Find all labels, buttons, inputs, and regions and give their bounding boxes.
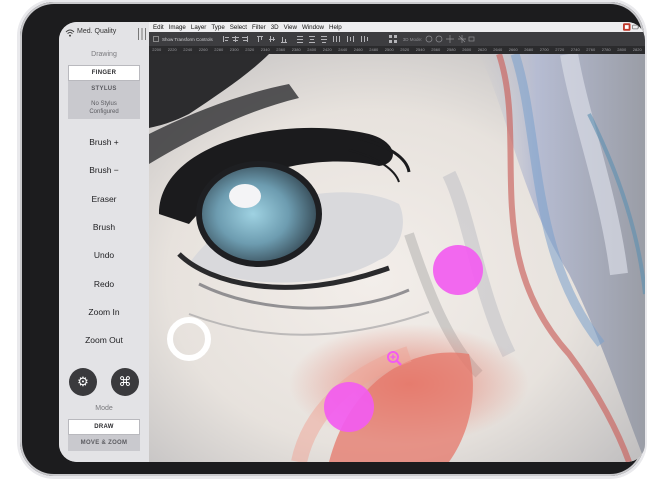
battery-icon — [631, 24, 639, 30]
menubar-status-icons — [623, 23, 639, 31]
menu-3d[interactable]: 3D — [271, 24, 279, 31]
ruler-tick: 2360 — [276, 47, 286, 52]
ruler-tick: 2340 — [260, 47, 270, 52]
menu-select[interactable]: Select — [230, 24, 247, 31]
ruler-tick: 2560 — [431, 47, 441, 52]
ruler-tick: 2740 — [570, 47, 580, 52]
ruler-tick: 2620 — [477, 47, 487, 52]
brush-button[interactable]: Brush — [59, 213, 149, 241]
app-badge-icon — [623, 23, 631, 31]
options-bar: Show Transform Controls 3D Mode: — [149, 32, 645, 46]
settings-button[interactable]: ⚙ — [69, 368, 97, 396]
menu-window[interactable]: Window — [302, 24, 324, 31]
stylus-button[interactable]: STYLUS — [68, 81, 140, 97]
move-zoom-mode-button[interactable]: MOVE & ZOOM — [68, 435, 140, 451]
ruler-tick: 2200 — [152, 47, 162, 52]
ipad-frame: Med. Quality Drawing FINGER STYLUS No St… — [20, 2, 645, 476]
redo-button[interactable]: Redo — [59, 269, 149, 297]
brush-plus-button[interactable]: Brush + — [59, 128, 149, 156]
ruler-tick: 2540 — [415, 47, 425, 52]
ruler-tick: 2760 — [586, 47, 596, 52]
stylus-status-line1: No Stylus — [91, 101, 117, 107]
brush-minus-button[interactable]: Brush − — [59, 156, 149, 184]
menu-help[interactable]: Help — [329, 24, 342, 31]
ruler-tick: 2320 — [245, 47, 255, 52]
ruler-tick: 2680 — [524, 47, 534, 52]
undo-button[interactable]: Undo — [59, 241, 149, 269]
ruler-tick: 2440 — [338, 47, 348, 52]
ruler-tick: 2300 — [229, 47, 239, 52]
checkbox-icon[interactable] — [153, 36, 159, 42]
control-panel: Med. Quality Drawing FINGER STYLUS No St… — [59, 22, 150, 462]
drawing-label: Drawing — [91, 51, 117, 58]
gear-icon: ⚙ — [77, 374, 89, 389]
menu-bar: Edit Image Layer Type Select Filter 3D V… — [149, 22, 645, 32]
ruler-tick: 2220 — [167, 47, 177, 52]
ruler-tick: 2480 — [369, 47, 379, 52]
ruler-tick: 2640 — [493, 47, 503, 52]
ipad-screen: Med. Quality Drawing FINGER STYLUS No St… — [59, 22, 645, 462]
ruler-tick: 2660 — [508, 47, 518, 52]
ruler-tick: 2520 — [400, 47, 410, 52]
shortcuts-button[interactable]: ⌘ — [111, 368, 139, 396]
command-list: Brush + Brush − Eraser Brush Undo Redo Z… — [59, 128, 149, 354]
ruler-tick: 2820 — [632, 47, 642, 52]
ruler-tick: 2380 — [291, 47, 301, 52]
distribute-icon[interactable] — [388, 35, 397, 43]
ruler-tick: 2240 — [183, 47, 193, 52]
ruler-tick: 2500 — [384, 47, 394, 52]
ruler-tick: 2600 — [462, 47, 472, 52]
menu-image[interactable]: Image — [169, 24, 186, 31]
photoshop-window: Edit Image Layer Type Select Filter 3D V… — [149, 22, 645, 462]
command-icon: ⌘ — [118, 374, 132, 389]
menu-type[interactable]: Type — [211, 24, 224, 31]
zoom-in-button[interactable]: Zoom In — [59, 298, 149, 326]
ruler-tick: 2780 — [601, 47, 611, 52]
touch-point-lower — [324, 382, 374, 432]
ruler-tick: 2420 — [322, 47, 332, 52]
zoom-out-button[interactable]: Zoom Out — [59, 326, 149, 354]
align-icons[interactable] — [222, 35, 383, 43]
mode-label: Mode — [95, 405, 113, 412]
quality-label[interactable]: Med. Quality — [77, 28, 116, 35]
status-row: Med. Quality — [59, 22, 149, 46]
ruler: 2200 2220 2240 2260 2280 2300 2320 2340 2360 2380… — [149, 46, 645, 54]
ruler-tick: 2580 — [446, 47, 456, 52]
ruler-tick: 2700 — [539, 47, 549, 52]
touch-point-upper — [433, 245, 483, 295]
ruler-tick: 2280 — [214, 47, 224, 52]
menu-edit[interactable]: Edit — [153, 24, 164, 31]
stylus-status: No Stylus Configured — [68, 97, 140, 119]
ruler-tick: 2260 — [198, 47, 208, 52]
draw-mode-button[interactable]: DRAW — [68, 419, 140, 435]
menu-filter[interactable]: Filter — [252, 24, 266, 31]
transform-controls-label[interactable]: Show Transform Controls — [162, 37, 213, 42]
eraser-button[interactable]: Eraser — [59, 185, 149, 213]
wifi-icon — [65, 29, 75, 37]
ruler-tick: 2460 — [353, 47, 363, 52]
artwork-canvas[interactable] — [149, 54, 645, 462]
ruler-tick: 2400 — [307, 47, 317, 52]
3d-mode-icons[interactable] — [425, 35, 475, 43]
menu-layer[interactable]: Layer — [191, 24, 206, 31]
finger-button[interactable]: FINGER — [68, 65, 140, 81]
stylus-status-line2: Configured — [89, 109, 119, 115]
ruler-tick: 2720 — [555, 47, 565, 52]
ruler-tick: 2800 — [617, 47, 627, 52]
grip-icon[interactable] — [137, 27, 147, 41]
menu-view[interactable]: View — [284, 24, 297, 31]
3d-mode-label: 3D Mode: — [402, 36, 423, 42]
